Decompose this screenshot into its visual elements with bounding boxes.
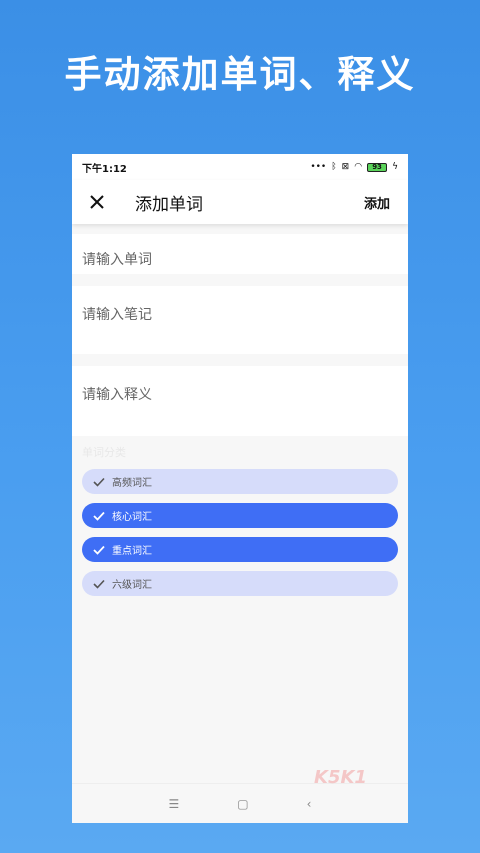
status-bar: 下午1:12 ••• ᛒ ⊠ ◠ 93 ϟ xyxy=(72,154,408,180)
tags-label: 单词分类 xyxy=(82,446,126,459)
check-icon xyxy=(93,579,105,589)
tag-chip-gaopin[interactable]: 高频词汇 xyxy=(82,469,398,494)
watermark-logo: K5K1 xyxy=(314,767,367,788)
note-field xyxy=(72,286,408,354)
tag-chip-liuji[interactable]: 六级词汇 xyxy=(82,571,398,596)
bluetooth-icon: ᛒ xyxy=(331,161,337,172)
word-input[interactable] xyxy=(82,252,398,268)
word-field xyxy=(72,234,408,274)
add-button[interactable]: 添加 xyxy=(364,193,408,212)
status-icons: ••• ᛒ ⊠ ◠ 93 ϟ xyxy=(310,161,398,172)
menu-icon[interactable]: ☰ xyxy=(169,797,180,811)
page-title: 添加单词 xyxy=(135,194,203,215)
check-icon xyxy=(93,477,105,487)
close-icon xyxy=(90,195,104,209)
note-input[interactable] xyxy=(82,304,398,336)
battery-icon: 93 xyxy=(367,162,388,172)
tag-chip-label: 核心词汇 xyxy=(112,512,152,523)
check-icon xyxy=(93,545,105,555)
tag-chip-label: 高频词汇 xyxy=(112,478,152,489)
phone-screen: 下午1:12 ••• ᛒ ⊠ ◠ 93 ϟ 添加单词 添加 单词分类 xyxy=(72,154,408,823)
definition-field xyxy=(72,366,408,436)
tag-chip-label: 六级词汇 xyxy=(112,580,152,591)
close-button[interactable] xyxy=(72,180,122,224)
definition-input[interactable] xyxy=(82,384,398,416)
more-dots-icon: ••• xyxy=(310,161,327,172)
sim-icon: ⊠ xyxy=(341,161,350,172)
status-time: 下午1:12 xyxy=(82,163,127,175)
wifi-icon: ◠ xyxy=(354,161,363,172)
tag-chip-label: 重点词汇 xyxy=(112,546,152,557)
home-icon[interactable]: ▢ xyxy=(237,797,248,811)
check-icon xyxy=(93,511,105,521)
tag-chip-zhongdian[interactable]: 重点词汇 xyxy=(82,537,398,562)
back-icon[interactable]: ‹ xyxy=(307,797,312,811)
system-nav-bar: ☰ ▢ ‹ xyxy=(72,783,408,823)
charging-icon: ϟ xyxy=(392,161,398,172)
app-bar: 添加单词 添加 xyxy=(72,180,408,224)
tag-chip-hexin[interactable]: 核心词汇 xyxy=(82,503,398,528)
headline: 手动添加单词、释义 xyxy=(64,53,416,96)
